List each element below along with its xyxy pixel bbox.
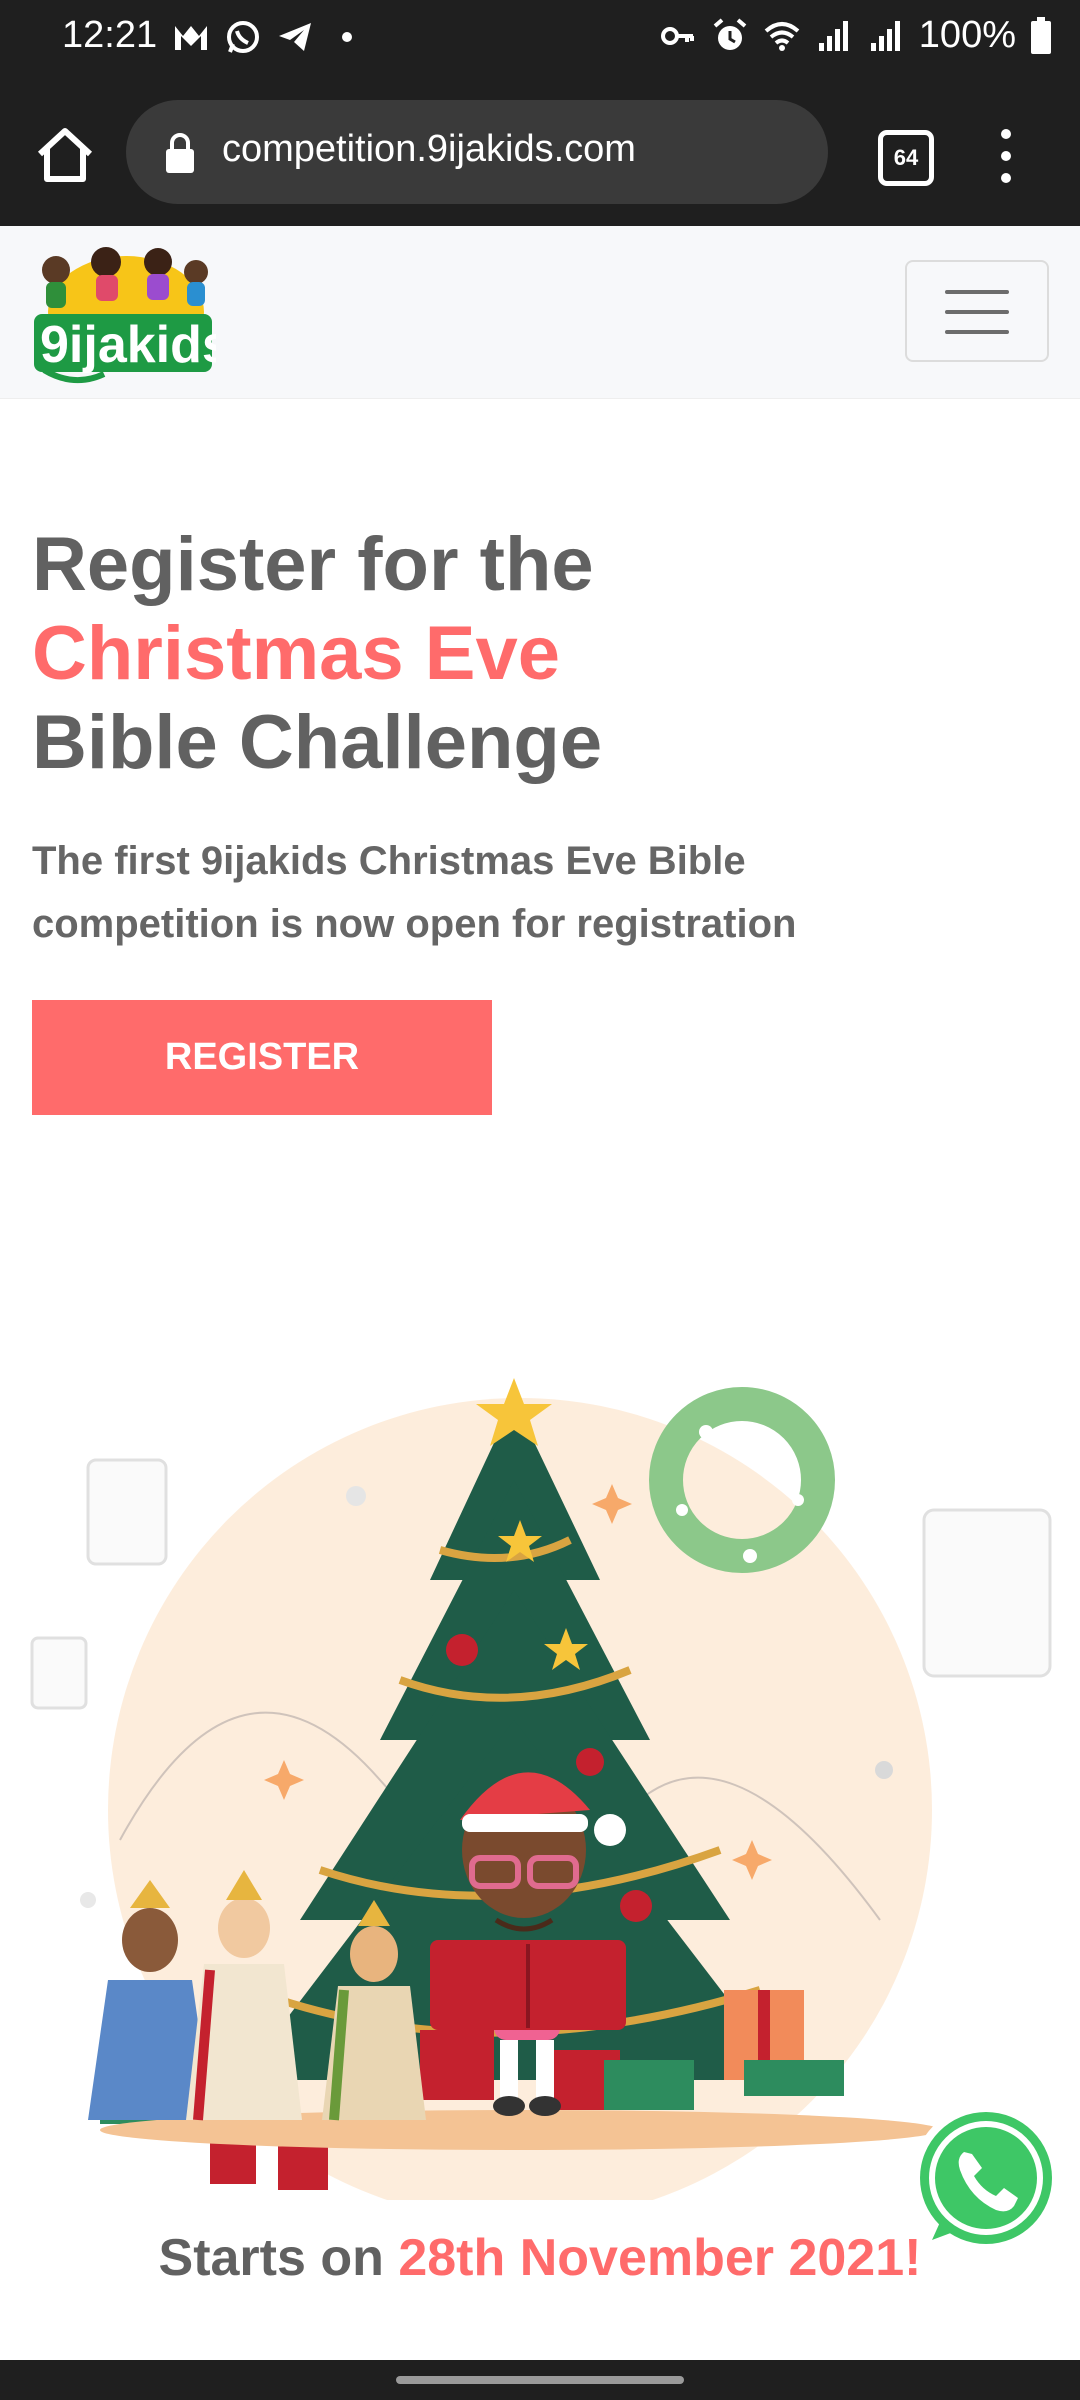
status-time: 12:21 — [62, 14, 158, 56]
telegram-icon — [279, 23, 311, 51]
dot-icon — [342, 32, 352, 42]
starts-on-label: Starts on — [158, 2229, 384, 2287]
title-line-2: Christmas Eve — [32, 611, 561, 696]
register-button[interactable]: REGISTER — [32, 1000, 492, 1115]
whatsapp-chat-button[interactable] — [906, 2100, 1066, 2260]
signal-icon — [818, 20, 848, 51]
status-bar: 12:21 100% — [0, 0, 1080, 78]
vpn-key-icon — [660, 26, 694, 45]
subtitle-line-1: The first 9ijakids Christmas Eve Bible — [32, 839, 746, 883]
title-line-3: Bible Challenge — [32, 700, 603, 785]
start-date: 28th November 2021! — [398, 2229, 922, 2287]
battery-percent: 100% — [918, 14, 1016, 56]
title-line-1: Register for the — [32, 522, 594, 607]
hero-subtitle: The first 9ijakids Christmas Eve Bible c… — [32, 830, 992, 956]
browser-toolbar: competition.9ijakids.com 64 — [0, 78, 1080, 226]
logo-text: 9ijakids — [40, 316, 216, 374]
whatsapp-icon — [227, 21, 259, 53]
alarm-icon — [713, 17, 747, 50]
site-logo[interactable]: 9ijakids — [30, 242, 216, 388]
more-options-icon[interactable] — [994, 126, 1018, 186]
hamburger-menu-button[interactable] — [905, 260, 1049, 362]
christmas-illustration — [30, 1378, 1052, 2200]
tab-switcher-button[interactable]: 64 — [878, 130, 934, 186]
menu-bar — [945, 290, 1009, 294]
gesture-handle[interactable] — [396, 2376, 684, 2384]
status-left-icons — [172, 18, 366, 56]
signal-icon — [870, 20, 900, 51]
subtitle-line-2: competition is now open for registration — [32, 902, 797, 946]
battery-icon — [1031, 16, 1051, 54]
url-text: competition.9ijakids.com — [222, 128, 636, 170]
address-bar[interactable]: competition.9ijakids.com — [126, 100, 828, 204]
menu-bar — [945, 330, 1009, 334]
system-navigation-bar — [0, 2360, 1080, 2400]
menu-bar — [945, 310, 1009, 314]
home-icon[interactable] — [34, 124, 96, 186]
gmail-icon — [175, 26, 207, 50]
wifi-icon — [764, 21, 800, 51]
hero-title: Register for the Christmas Eve Bible Cha… — [32, 520, 1032, 787]
status-right: 100% — [659, 14, 1052, 57]
lock-icon — [166, 133, 194, 173]
site-header: 9ijakids — [0, 226, 1080, 399]
